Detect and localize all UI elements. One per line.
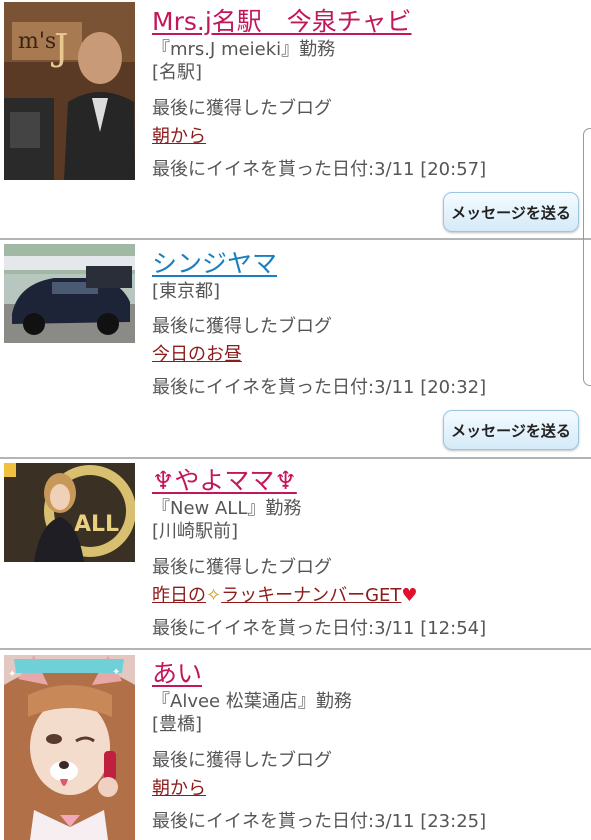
area-text: [豊橋] [152, 714, 203, 735]
user-name-link[interactable]: ♆やよママ♆ [152, 466, 297, 496]
blog-label: 最後に獲得したブログ [152, 316, 332, 337]
blog-title-part: 昨日の [152, 585, 206, 606]
blog-title-part: ラッキーナンバーGET [221, 585, 402, 606]
area-text: [名駅] [152, 62, 203, 83]
profile-photo[interactable]: ✦ ✦ [4, 655, 135, 840]
svg-text:✦: ✦ [112, 667, 120, 678]
blog-title-link[interactable]: 昨日の✧ラッキーナンバーGET♥ [152, 585, 418, 607]
area-text: [東京都] [152, 281, 221, 302]
svg-text:✦: ✦ [8, 669, 16, 680]
blog-title-link[interactable]: 朝から [152, 126, 206, 148]
blog-label: 最後に獲得したブログ [152, 750, 332, 771]
profile-photo[interactable]: ALL [4, 463, 135, 562]
like-date-text: 最後にイイネを貰った日付:3/11 [12:54] [152, 618, 487, 639]
send-message-button[interactable]: メッセージを送る [443, 410, 579, 450]
divider [0, 457, 591, 459]
like-date-text: 最後にイイネを貰った日付:3/11 [23:25] [152, 811, 487, 832]
divider [0, 238, 591, 240]
blog-title-link[interactable]: 朝から [152, 778, 206, 800]
shop-text: 『New ALL』勤務 [152, 498, 302, 519]
user-name-link[interactable]: シンジヤマ [152, 249, 277, 279]
heart-icon: ♥ [401, 585, 418, 606]
blog-label: 最後に獲得したブログ [152, 98, 332, 119]
profile-photo[interactable] [4, 244, 135, 343]
shop-text: 『mrs.J meieki』勤務 [152, 39, 336, 60]
svg-text:m's: m's [18, 29, 56, 54]
profile-photo[interactable]: m's J [4, 2, 135, 180]
scroll-indicator[interactable] [583, 128, 591, 386]
like-date-text: 最後にイイネを貰った日付:3/11 [20:57] [152, 159, 487, 180]
sparkle-icon: ✧ [206, 585, 222, 606]
blog-title-link[interactable]: 今日のお昼 [152, 344, 242, 366]
user-name-link[interactable]: あい [152, 659, 202, 689]
shop-text: 『Alvee 松葉通店』勤務 [152, 691, 352, 712]
send-message-button[interactable]: メッセージを送る [443, 192, 579, 232]
blog-label: 最後に獲得したブログ [152, 557, 332, 578]
divider [0, 648, 591, 650]
user-name-link[interactable]: Mrs.j名駅 今泉チャビ [152, 7, 412, 37]
area-text: [川崎駅前] [152, 521, 239, 542]
like-date-text: 最後にイイネを貰った日付:3/11 [20:32] [152, 377, 487, 398]
svg-text:ALL: ALL [74, 512, 119, 537]
